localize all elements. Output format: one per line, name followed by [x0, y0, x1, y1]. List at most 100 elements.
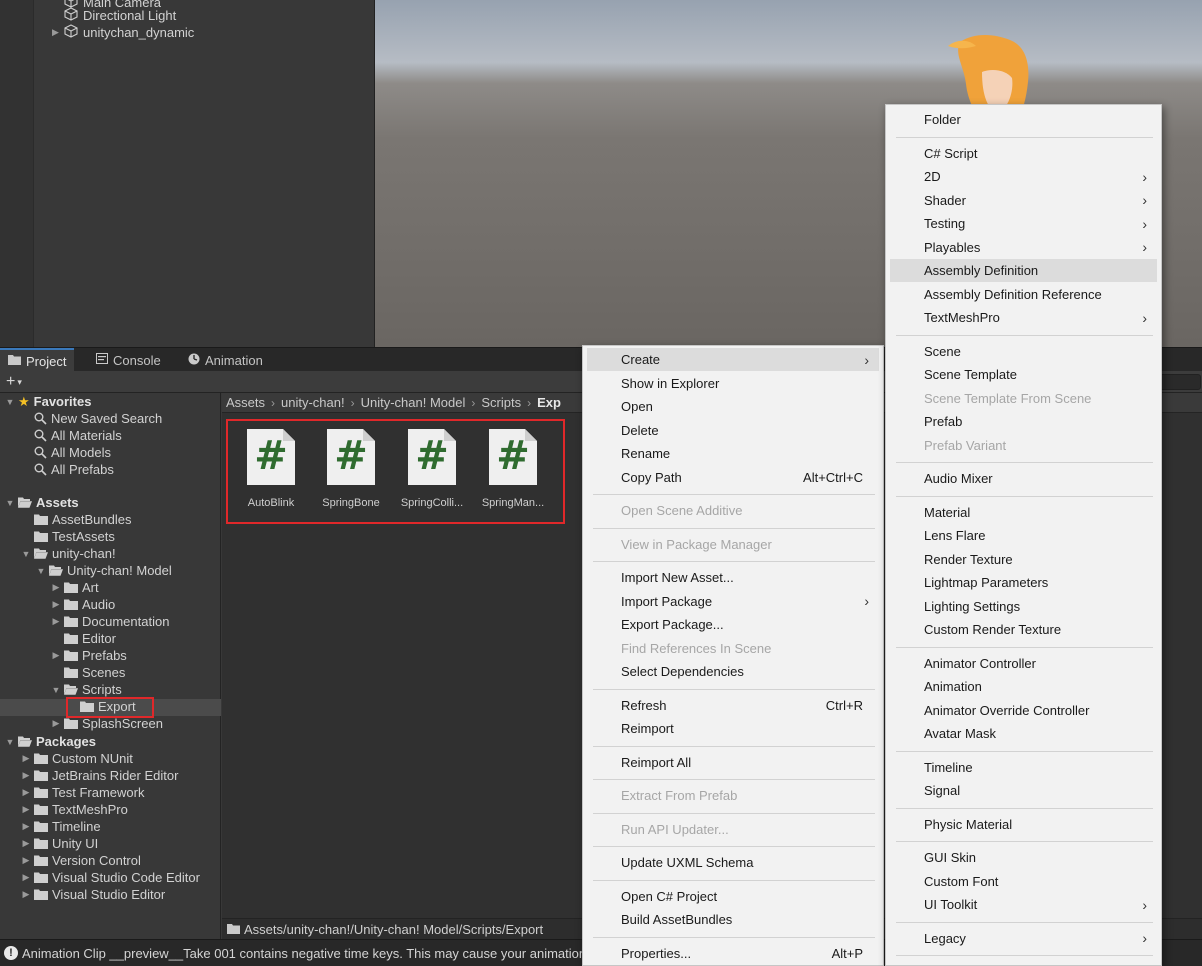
expand-arrow-icon[interactable]: ▶ [52, 27, 64, 38]
menu-item[interactable]: Lightmap Parameters [890, 571, 1157, 594]
expand-arrow-icon[interactable]: ▶ [20, 753, 32, 764]
package-item[interactable]: ▶ Visual Studio Editor [20, 886, 166, 903]
menu-item[interactable]: Assembly Definition Reference [890, 283, 1157, 306]
expand-arrow-icon[interactable]: ▶ [20, 889, 32, 900]
breadcrumb-item[interactable]: Scripts [481, 395, 521, 410]
tree-folder-item[interactable]: Editor [50, 630, 116, 647]
breadcrumb-item[interactable]: Exp [537, 395, 561, 410]
expand-arrow-icon[interactable]: ▶ [20, 855, 32, 866]
tree-folder-item[interactable]: TestAssets [20, 528, 115, 545]
menu-item[interactable]: Playables › [890, 236, 1157, 259]
menu-item[interactable]: Lens Flare [890, 524, 1157, 547]
menu-item[interactable]: TextMeshPro › [890, 306, 1157, 329]
expand-arrow-icon[interactable]: ▶ [20, 872, 32, 883]
tree-folder-item[interactable]: Scenes [50, 664, 125, 681]
menu-item[interactable]: UI Toolkit › [890, 893, 1157, 916]
script-asset[interactable]: # SpringColli... [393, 427, 471, 515]
hierarchy-item[interactable]: ▶ unitychan_dynamic [52, 24, 194, 41]
tree-folder-item[interactable]: ▶ Prefabs [50, 647, 127, 664]
menu-item[interactable]: Export Package... [587, 613, 879, 636]
menu-item[interactable]: Custom Render Texture [890, 618, 1157, 641]
menu-item[interactable]: Audio Mixer [890, 467, 1157, 490]
menu-item[interactable]: Testing › [890, 212, 1157, 235]
create-dropdown-button[interactable]: + ▾ [6, 372, 36, 392]
expand-arrow-icon[interactable]: ▶ [50, 650, 62, 661]
package-item[interactable]: ▶ Timeline [20, 818, 101, 835]
menu-item[interactable]: 2D › [890, 165, 1157, 188]
menu-item[interactable]: Animation [890, 675, 1157, 698]
script-asset[interactable]: # SpringBone [312, 427, 390, 515]
menu-item[interactable]: Legacy › [890, 927, 1157, 950]
expand-arrow-icon[interactable]: ▶ [50, 718, 62, 729]
tab-console[interactable]: Console [88, 348, 169, 372]
breadcrumb-item[interactable]: Unity-chan! Model [361, 395, 466, 410]
package-item[interactable]: ▶ Visual Studio Code Editor [20, 869, 200, 886]
menu-item[interactable]: Rename [587, 442, 879, 465]
menu-item[interactable]: Import Package › [587, 590, 879, 613]
menu-item[interactable]: Build AssetBundles [587, 908, 879, 931]
expand-arrow-icon[interactable]: ▶ [50, 599, 62, 610]
menu-item[interactable]: Scene [890, 340, 1157, 363]
tree-folder-item[interactable]: ▶ Audio [50, 596, 116, 613]
tree-section-assets[interactable]: ▼ Assets [4, 494, 79, 511]
menu-item[interactable]: Scene Template [890, 363, 1157, 386]
package-item[interactable]: ▶ Unity UI [20, 835, 99, 852]
menu-item[interactable]: Create › [587, 348, 879, 371]
expand-arrow-icon[interactable]: ▼ [4, 498, 16, 508]
tree-folder-item[interactable]: ▼ Scripts [50, 681, 122, 698]
expand-arrow-icon[interactable]: ▼ [4, 737, 16, 747]
menu-item[interactable]: Reimport [587, 717, 879, 740]
menu-item[interactable]: Prefab [890, 410, 1157, 433]
expand-arrow-icon[interactable]: ▶ [20, 787, 32, 798]
expand-arrow-icon[interactable]: ▼ [35, 566, 47, 576]
menu-item[interactable]: Render Texture [890, 548, 1157, 571]
tree-section-favorites[interactable]: ▼ ★ Favorites [4, 393, 92, 410]
menu-item[interactable]: Import New Asset... [587, 566, 879, 589]
breadcrumb-item[interactable]: Assets [226, 395, 265, 410]
menu-item[interactable]: Open [587, 395, 879, 418]
menu-item[interactable]: Copy Path Alt+Ctrl+C [587, 466, 879, 489]
menu-item[interactable]: Timeline [890, 756, 1157, 779]
breadcrumb-item[interactable]: unity-chan! [281, 395, 345, 410]
menu-item[interactable]: Refresh Ctrl+R [587, 694, 879, 717]
menu-item[interactable]: Animator Override Controller [890, 699, 1157, 722]
expand-arrow-icon[interactable]: ▼ [50, 685, 62, 695]
menu-item[interactable]: Custom Font [890, 870, 1157, 893]
favorite-item[interactable]: All Models [20, 444, 111, 461]
script-asset[interactable]: # AutoBlink [232, 427, 310, 515]
expand-arrow-icon[interactable]: ▶ [50, 582, 62, 593]
script-asset[interactable]: # SpringMan... [474, 427, 552, 515]
menu-item[interactable]: Shader › [890, 189, 1157, 212]
package-item[interactable]: ▶ Custom NUnit [20, 750, 133, 767]
tab-animation[interactable]: Animation [180, 348, 271, 372]
menu-item[interactable]: Physic Material [890, 813, 1157, 836]
tree-folder-item[interactable]: ▼ unity-chan! [20, 545, 116, 562]
menu-item[interactable]: Assembly Definition [890, 259, 1157, 282]
menu-item[interactable]: Open C# Project [587, 885, 879, 908]
package-item[interactable]: ▶ JetBrains Rider Editor [20, 767, 179, 784]
menu-item[interactable]: Select Dependencies [587, 660, 879, 683]
tree-folder-item[interactable]: ▶ Documentation [50, 613, 170, 630]
tree-folder-item[interactable]: AssetBundles [20, 511, 132, 528]
package-item[interactable]: ▶ TextMeshPro [20, 801, 128, 818]
menu-item[interactable]: Lighting Settings [890, 595, 1157, 618]
menu-item[interactable]: Properties... Alt+P [587, 942, 879, 965]
tab-project[interactable]: Project [0, 348, 75, 372]
expand-arrow-icon[interactable]: ▼ [4, 397, 16, 407]
menu-item[interactable]: GUI Skin [890, 846, 1157, 869]
favorite-item[interactable]: All Prefabs [20, 461, 114, 478]
menu-item[interactable]: Folder [890, 108, 1157, 131]
menu-item[interactable]: Signal [890, 779, 1157, 802]
menu-item[interactable]: Brush [890, 960, 1157, 966]
menu-item[interactable]: Avatar Mask [890, 722, 1157, 745]
expand-arrow-icon[interactable]: ▶ [20, 838, 32, 849]
menu-item[interactable]: Material [890, 501, 1157, 524]
expand-arrow-icon[interactable]: ▶ [20, 770, 32, 781]
tree-folder-item[interactable]: ▶ Art [50, 579, 99, 596]
favorite-item[interactable]: All Materials [20, 427, 122, 444]
package-item[interactable]: ▶ Version Control [20, 852, 141, 869]
package-item[interactable]: ▶ Test Framework [20, 784, 145, 801]
favorite-item[interactable]: New Saved Search [20, 410, 162, 427]
menu-item[interactable]: Delete [587, 419, 879, 442]
expand-arrow-icon[interactable]: ▶ [20, 804, 32, 815]
